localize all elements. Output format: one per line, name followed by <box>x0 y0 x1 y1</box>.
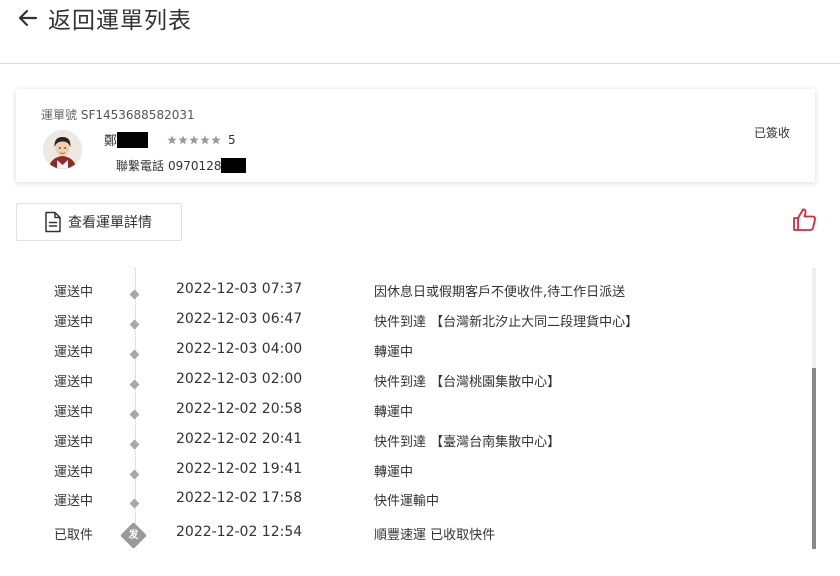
timeline-row: 運送中 2022-12-02 20:41 快件到達 【臺灣台南集散中心】 <box>0 425 810 455</box>
row-description: 因休息日或假期客戶不便收件,待工作日派送 <box>374 285 626 300</box>
scroll-thumb[interactable] <box>812 368 816 549</box>
row-status: 運送中 <box>54 465 94 480</box>
star-icon <box>211 135 221 145</box>
row-description: 快件到達 【台灣桃園集散中心】 <box>374 375 561 390</box>
thumbs-up-icon[interactable] <box>791 206 818 233</box>
timeline-row: 運送中 2022-12-03 07:37 因休息日或假期客戶不便收件,待工作日派… <box>0 275 810 305</box>
row-description: 快件到達 【臺灣台南集散中心】 <box>374 435 561 450</box>
phone-number: 0970128 <box>168 158 222 173</box>
waybill-label: 運單號 <box>41 108 78 122</box>
timeline-row: 運送中 2022-12-03 02:00 快件到達 【台灣桃園集散中心】 <box>0 365 810 395</box>
row-time: 2022-12-03 06:47 <box>176 311 303 327</box>
row-status: 運送中 <box>54 285 94 300</box>
rating-stars: 5 <box>167 133 236 147</box>
row-status: 運送中 <box>54 345 94 360</box>
row-time: 2022-12-02 19:41 <box>176 461 303 477</box>
timeline-dot <box>129 469 140 480</box>
timeline-dot <box>129 349 140 360</box>
row-time: 2022-12-02 20:58 <box>176 401 303 417</box>
timeline-row: 運送中 2022-12-02 20:58 轉運中 <box>0 395 810 425</box>
row-description: 快件運輸中 <box>374 494 440 509</box>
star-icon <box>200 135 210 145</box>
row-description: 轉運中 <box>374 345 414 360</box>
top-bar: 返回運單列表 <box>0 0 840 64</box>
timeline-row: 運送中 2022-12-03 06:47 快件到達 【台灣新北汐止大同二段理貨中… <box>0 305 810 335</box>
avatar <box>43 130 82 169</box>
row-description: 轉運中 <box>374 465 414 480</box>
timeline-row: 運送中 2022-12-02 17:58 快件運輸中 <box>0 484 810 514</box>
scrollbar[interactable] <box>812 268 816 549</box>
pickup-badge-icon: 发 <box>120 522 147 549</box>
timeline-dot <box>129 289 140 300</box>
row-status: 已取件 <box>54 528 94 543</box>
row-description: 轉運中 <box>374 405 414 420</box>
waybill-number: 運單號 SF1453688582031 <box>41 106 195 123</box>
timeline-dot <box>129 379 140 390</box>
row-time: 2022-12-02 17:58 <box>176 490 303 506</box>
row-time: 2022-12-03 04:00 <box>176 341 303 357</box>
timeline-dot <box>129 409 140 420</box>
row-time: 2022-12-03 02:00 <box>176 371 303 387</box>
view-details-label: 查看運單詳情 <box>68 215 152 231</box>
phone-label: 聯繫電話 <box>116 159 165 173</box>
row-time: 2022-12-02 20:41 <box>176 431 303 447</box>
row-status: 運送中 <box>54 435 94 450</box>
row-description: 順豐速運 已收取快件 <box>374 528 496 543</box>
row-status: 運送中 <box>54 375 94 390</box>
row-time: 2022-12-02 12:54 <box>176 524 303 540</box>
row-status: 運送中 <box>54 315 94 330</box>
redaction-block <box>221 158 247 173</box>
phone-row: 聯繫電話 0970128 <box>116 157 247 174</box>
tracking-timeline: 運送中 2022-12-03 07:37 因休息日或假期客戶不便收件,待工作日派… <box>0 268 840 558</box>
row-time: 2022-12-03 07:37 <box>176 281 303 297</box>
waybill-value: SF1453688582031 <box>80 108 195 122</box>
back-label: 返回運單列表 <box>48 8 192 34</box>
timeline-row: 運送中 2022-12-03 04:00 轉運中 <box>0 335 810 365</box>
timeline-dot <box>129 439 140 450</box>
rating-value: 5 <box>228 133 236 147</box>
pickup-badge-text: 发 <box>128 530 139 541</box>
view-waybill-details-button[interactable]: 查看運單詳情 <box>16 203 182 241</box>
arrow-left-icon <box>18 9 38 27</box>
document-icon <box>45 211 61 233</box>
timeline-row: 已取件 发 2022-12-02 12:54 順豐速運 已收取快件 <box>0 518 810 549</box>
timeline-dot <box>129 498 140 509</box>
timeline-dot <box>129 319 140 330</box>
timeline-row: 運送中 2022-12-02 19:41 轉運中 <box>0 455 810 485</box>
courier-name-text: 鄭 <box>104 134 118 149</box>
redaction-block <box>117 131 149 148</box>
delivery-status: 已簽收 <box>753 126 790 140</box>
row-status: 運送中 <box>54 405 94 420</box>
courier-card: 運單號 SF1453688582031 鄭 5 聯繫電話 0970128 已簽收 <box>16 89 815 182</box>
star-icon <box>178 135 188 145</box>
row-status: 運送中 <box>54 494 94 509</box>
back-button[interactable]: 返回運單列表 <box>16 4 192 34</box>
star-icon <box>189 135 199 145</box>
row-description: 快件到達 【台灣新北汐止大同二段理貨中心】 <box>374 315 639 330</box>
star-icon <box>167 135 177 145</box>
courier-name: 鄭 <box>104 130 149 149</box>
